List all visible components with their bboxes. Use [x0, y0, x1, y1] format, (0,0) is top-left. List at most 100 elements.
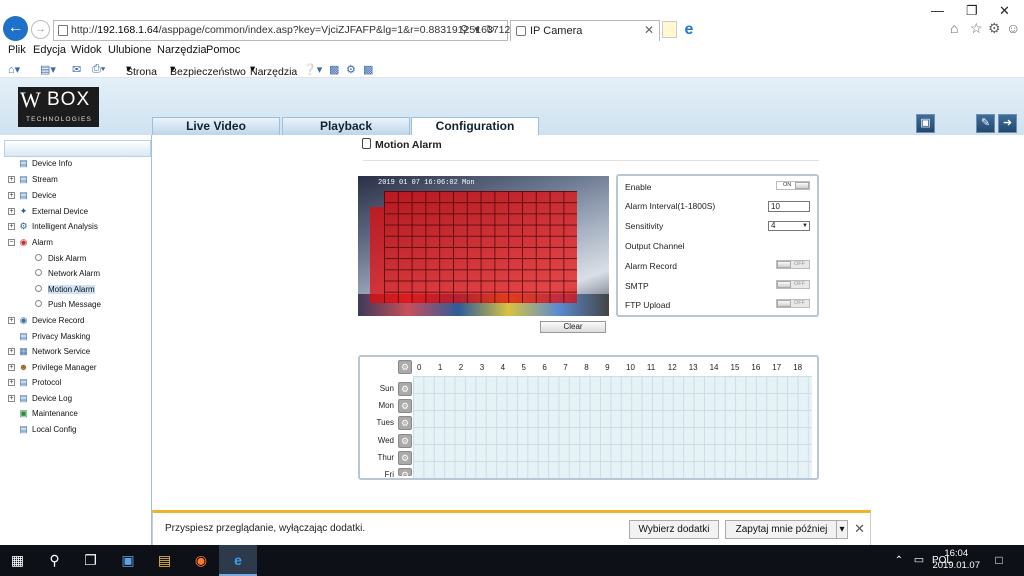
- notifications-icon[interactable]: □: [988, 545, 1010, 576]
- menu-view[interactable]: Widok: [71, 44, 102, 56]
- restore-icon[interactable]: ❐: [966, 3, 978, 19]
- sidebar-item-network-service[interactable]: + ▦ Network Service: [8, 346, 90, 356]
- video-preview[interactable]: 2019 01 07 16:06:02 Mon: [358, 176, 609, 316]
- clear-button[interactable]: Clear: [540, 321, 606, 333]
- tray-chevron-icon[interactable]: ⌃: [889, 545, 909, 576]
- back-button[interactable]: ←: [3, 16, 28, 41]
- schedule-grid[interactable]: [413, 376, 812, 478]
- url-text[interactable]: http://192.168.1.64/asppage/common/index…: [71, 24, 522, 36]
- day-select-icon[interactable]: ⚙: [398, 433, 412, 448]
- dropdown-icon[interactable]: ▾: [474, 24, 486, 36]
- menu-file[interactable]: Plik: [8, 44, 26, 56]
- expand-icon[interactable]: +: [8, 223, 15, 230]
- expand-icon[interactable]: +: [8, 395, 15, 402]
- browser-tab[interactable]: IP Camera ✕: [510, 20, 660, 41]
- expand-icon[interactable]: +: [8, 364, 15, 371]
- expand-icon[interactable]: +: [8, 176, 15, 183]
- sidebar-item-external-device[interactable]: + ✦ External Device: [8, 206, 88, 216]
- day-select-icon[interactable]: ⚙: [398, 382, 412, 396]
- refresh-icon[interactable]: ↻: [486, 24, 501, 36]
- motion-area-edge[interactable]: [370, 207, 384, 303]
- address-bar[interactable]: http://192.168.1.64/asppage/common/index…: [53, 20, 522, 41]
- start-icon[interactable]: ▦: [0, 545, 35, 576]
- tab-configuration[interactable]: Configuration: [411, 117, 539, 136]
- edit-icon[interactable]: ✎: [976, 114, 995, 133]
- task-view-icon[interactable]: ❐: [73, 545, 108, 576]
- close-notification-icon[interactable]: ✕: [854, 521, 865, 537]
- close-tab-icon[interactable]: ✕: [644, 23, 654, 37]
- expand-icon[interactable]: +: [8, 208, 15, 215]
- sidebar-item-device-record[interactable]: + ◉ Device Record: [8, 315, 84, 325]
- sidebar-item-privilege-manager[interactable]: + ☻ Privilege Manager: [8, 362, 96, 372]
- sidebar-item-local-config[interactable]: ▤ Local Config: [19, 424, 76, 434]
- settings-gear-icon[interactable]: ⚙: [988, 20, 1001, 37]
- sidebar-item-push-message[interactable]: Push Message: [35, 300, 101, 309]
- sidebar-item-intelligent-analysis[interactable]: + ⚙ Intelligent Analysis: [8, 221, 98, 231]
- alarm-interval-input[interactable]: 10: [768, 201, 810, 212]
- menu-tools[interactable]: Narzędzia: [157, 44, 207, 56]
- day-select-icon[interactable]: ⚙: [398, 416, 412, 431]
- print-icon[interactable]: ⎙▾: [92, 63, 105, 76]
- home-cmd-icon[interactable]: ⌂▾: [8, 63, 20, 76]
- day-select-icon[interactable]: ⚙: [398, 450, 412, 465]
- close-window-icon[interactable]: ✕: [999, 3, 1010, 19]
- expand-icon[interactable]: +: [8, 317, 15, 324]
- menu-edit[interactable]: Edycja: [33, 44, 66, 56]
- sidebar-item-device-log[interactable]: + ▤ Device Log: [8, 393, 72, 403]
- minimize-icon[interactable]: —: [931, 3, 944, 18]
- sidebar-item-maintenance[interactable]: ▣ Maintenance: [19, 408, 78, 418]
- help-icon[interactable]: ❔▾: [303, 63, 322, 76]
- page-menu[interactable]: Strona ▾: [126, 63, 157, 78]
- research-icon[interactable]: ▩: [329, 63, 339, 76]
- gear-cmd-icon[interactable]: ⚙: [346, 63, 356, 76]
- day-select-icon[interactable]: ⚙: [398, 468, 412, 480]
- sensitivity-select[interactable]: 4 ▼: [768, 221, 810, 231]
- network-tray-icon[interactable]: ▭: [910, 545, 928, 576]
- firefox-icon[interactable]: ◉: [183, 545, 219, 576]
- select-all-icon[interactable]: ⚙: [398, 360, 412, 374]
- sidebar-item-stream[interactable]: + ▤ Stream: [8, 174, 58, 184]
- file-explorer-icon[interactable]: ▤: [146, 545, 183, 576]
- address-tools[interactable]: ⚲▾↻: [460, 23, 501, 36]
- tools-menu[interactable]: Narzędzia ▾: [250, 63, 297, 78]
- tab-live-video[interactable]: Live Video: [152, 117, 280, 135]
- expand-icon[interactable]: +: [8, 192, 15, 199]
- tab-playback[interactable]: Playback: [282, 117, 410, 135]
- sidebar-item-protocol[interactable]: + ▤ Protocol: [8, 377, 61, 387]
- app-icon[interactable]: ▣: [110, 545, 146, 576]
- smiley-icon[interactable]: ☺: [1006, 20, 1020, 36]
- day-select-icon[interactable]: ⚙: [398, 399, 412, 414]
- sidebar-item-alarm[interactable]: − ◉ Alarm: [8, 237, 53, 247]
- choose-addons-button[interactable]: Wybierz dodatki: [629, 520, 719, 539]
- motion-detection-area[interactable]: [384, 191, 577, 303]
- logout-icon[interactable]: ➜: [998, 114, 1017, 133]
- enable-toggle[interactable]: ON: [776, 181, 810, 190]
- sidebar-item-device-info[interactable]: ▤ Device Info: [19, 158, 72, 168]
- menu-favorites[interactable]: Ulubione: [108, 44, 151, 56]
- feeds-icon[interactable]: ▤▾: [40, 63, 56, 76]
- expand-icon[interactable]: +: [8, 379, 15, 386]
- edge-icon[interactable]: e: [680, 21, 698, 39]
- snapshot-icon[interactable]: ▣: [916, 114, 935, 133]
- menu-help[interactable]: Pomoc: [206, 44, 240, 56]
- security-menu[interactable]: Bezpieczeństwo ▾: [170, 63, 246, 78]
- onenote-icon[interactable]: ▩: [363, 63, 373, 76]
- internet-explorer-icon[interactable]: e: [219, 545, 257, 576]
- sidebar-item-device[interactable]: + ▤ Device: [8, 190, 56, 200]
- forward-button[interactable]: →: [31, 20, 50, 39]
- search-icon[interactable]: ⚲: [460, 24, 474, 36]
- clock[interactable]: 16:04 2019.01.07: [932, 548, 980, 572]
- alarm-record-toggle[interactable]: OFF: [776, 260, 810, 269]
- collapse-icon[interactable]: −: [8, 239, 15, 246]
- sidebar-item-privacy-masking[interactable]: ▤ Privacy Masking: [19, 331, 90, 341]
- new-tab-button[interactable]: [662, 21, 677, 38]
- ask-later-button[interactable]: Zapytaj mnie później: [725, 520, 838, 539]
- mail-icon[interactable]: ✉: [72, 63, 81, 76]
- ftp-upload-toggle[interactable]: OFF: [776, 299, 810, 308]
- home-icon[interactable]: ⌂: [950, 20, 958, 36]
- search-taskbar-icon[interactable]: ⚲: [37, 545, 72, 576]
- smtp-toggle[interactable]: OFF: [776, 280, 810, 289]
- sidebar-item-disk-alarm[interactable]: Disk Alarm: [35, 254, 86, 263]
- ask-later-dropdown-icon[interactable]: ▾: [836, 520, 848, 539]
- expand-icon[interactable]: +: [8, 348, 15, 355]
